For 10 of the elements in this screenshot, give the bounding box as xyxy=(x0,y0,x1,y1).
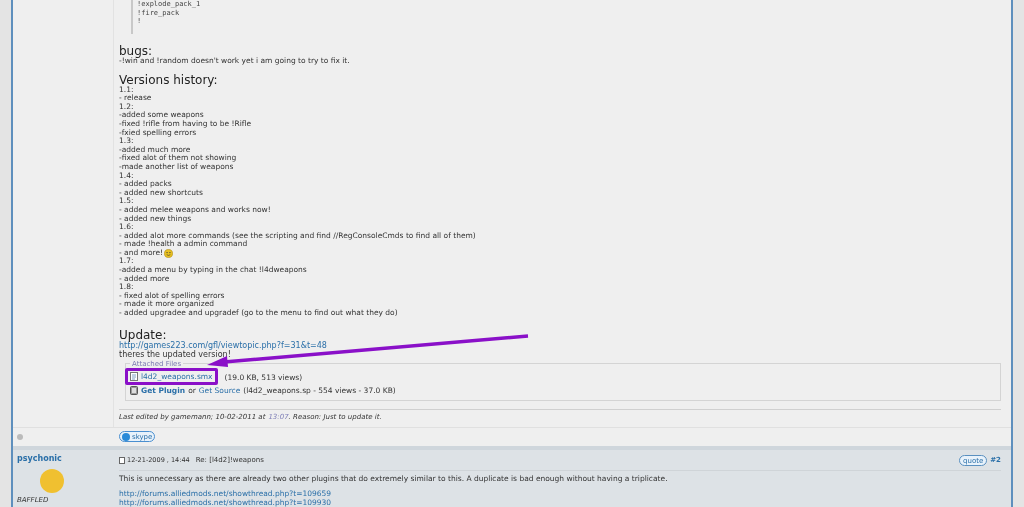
section-heading: Update: xyxy=(119,328,167,341)
section-heading: bugs: xyxy=(119,45,153,57)
plugin-icon xyxy=(130,385,138,395)
avatar xyxy=(39,468,65,494)
update-link[interactable]: http://games223.com/gfl/viewtopic.php?f=31&t=48 xyxy=(119,340,1001,350)
username-link[interactable]: psychonic xyxy=(17,454,62,464)
update-text: theres the updated version! xyxy=(119,349,231,359)
file-icon xyxy=(130,371,138,381)
section-heading: Versions history: xyxy=(119,73,219,86)
post-icon xyxy=(119,457,125,464)
